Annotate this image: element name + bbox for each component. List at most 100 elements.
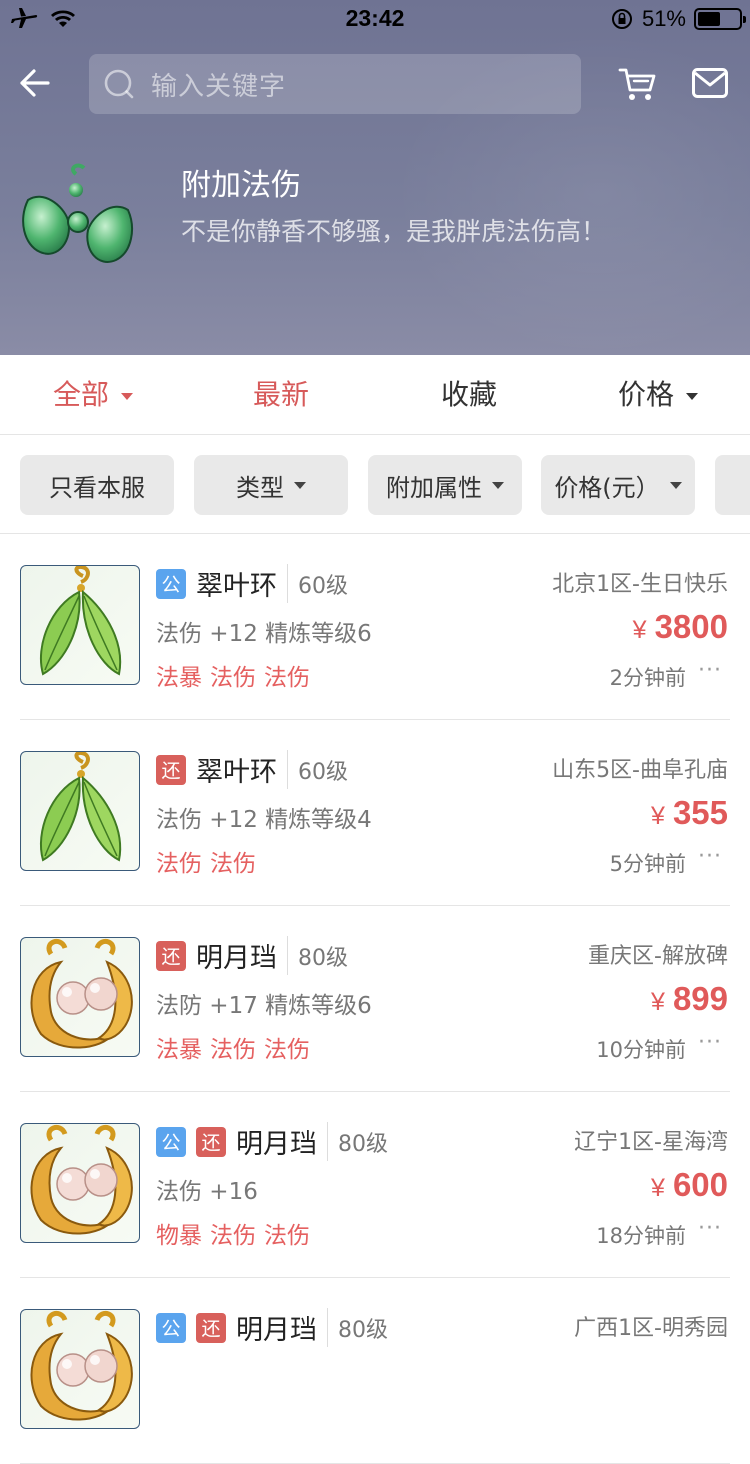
filter-price[interactable]: 价格(元） bbox=[541, 455, 695, 515]
public-badge: 公 bbox=[156, 568, 186, 599]
item-stat: 法伤 +16 bbox=[156, 1179, 258, 1205]
tab-favorites-label: 收藏 bbox=[441, 378, 498, 411]
filter-type[interactable]: 类型 bbox=[194, 455, 348, 515]
pearl-moon-earring-icon bbox=[20, 1309, 140, 1429]
filter-extra-attribute[interactable]: 附加属性 bbox=[368, 455, 522, 515]
server-name: 北京1区-生日快乐 bbox=[552, 572, 728, 597]
item-name: 明月珰 bbox=[236, 1122, 328, 1161]
list-item[interactable]: 还翠叶环 60级 山东5区-曲阜孔庙法伤 +12 精炼等级4 ¥355 法伤 法伤 5分钟前… bbox=[20, 720, 730, 906]
attribute-tag: 法伤 bbox=[264, 665, 310, 691]
return-badge: 还 bbox=[196, 1126, 226, 1157]
more-icon[interactable]: ··· bbox=[698, 658, 722, 683]
mail-icon[interactable] bbox=[692, 68, 728, 98]
item-level: 80级 bbox=[338, 1317, 388, 1343]
item-tags: 法暴 法伤 法伤 bbox=[156, 1030, 318, 1064]
item-level: 80级 bbox=[298, 945, 348, 971]
filter-label: 价格(元） bbox=[554, 473, 660, 502]
return-badge: 还 bbox=[156, 940, 186, 971]
more-icon[interactable]: ··· bbox=[698, 1030, 722, 1055]
search-placeholder: 输入关键字 bbox=[151, 71, 287, 102]
server-name: 辽宁1区-星海湾 bbox=[574, 1130, 728, 1155]
return-badge: 还 bbox=[156, 754, 186, 785]
filter-more-chip[interactable] bbox=[715, 455, 750, 515]
attribute-tag: 法伤 bbox=[264, 1037, 310, 1063]
currency-symbol: ¥ bbox=[651, 988, 665, 1016]
posted-time: 18分钟前 bbox=[596, 1224, 686, 1248]
currency-symbol: ¥ bbox=[651, 1174, 665, 1202]
currency-symbol: ¥ bbox=[632, 616, 647, 644]
item-name: 明月珰 bbox=[236, 1308, 328, 1347]
tab-favorites[interactable]: 收藏 bbox=[441, 355, 497, 435]
posted-time: 5分钟前 bbox=[609, 852, 686, 876]
caret-down-icon bbox=[294, 481, 306, 489]
pearl-moon-earring-icon bbox=[20, 1123, 140, 1243]
attribute-tag: 法伤 bbox=[210, 665, 256, 691]
filter-label: 只看本服 bbox=[49, 473, 145, 502]
filter-label: 类型 bbox=[236, 473, 284, 502]
status-bar: 23:42 51% bbox=[0, 0, 750, 40]
item-price: ¥355 bbox=[651, 794, 728, 832]
item-name: 翠叶环 bbox=[196, 750, 288, 789]
battery-percent: 51% bbox=[641, 6, 686, 31]
attribute-tag: 法伤 bbox=[210, 1037, 256, 1063]
server-name: 广西1区-明秀园 bbox=[574, 1316, 728, 1341]
item-price: ¥3800 bbox=[633, 608, 728, 646]
attribute-tag: 法伤 bbox=[210, 851, 256, 877]
list-item[interactable]: 公还明月珰 80级 辽宁1区-星海湾 法伤 +16 ¥600 物暴 法伤 法伤 18分钟前 ··· bbox=[20, 1092, 730, 1278]
item-level: 60级 bbox=[298, 759, 348, 785]
price-value: 899 bbox=[672, 980, 728, 1017]
attribute-tag: 法伤 bbox=[156, 851, 202, 877]
item-level: 60级 bbox=[298, 573, 348, 599]
posted-time: 10分钟前 bbox=[596, 1038, 686, 1062]
pearl-moon-earring-icon bbox=[20, 937, 140, 1057]
caret-down-icon bbox=[669, 481, 682, 489]
item-stat: 法伤 +12 精炼等级4 bbox=[156, 807, 372, 833]
jade-leaf-earring-icon bbox=[20, 751, 140, 871]
filter-this-server[interactable]: 只看本服 bbox=[20, 455, 174, 515]
tab-all[interactable]: 全部 bbox=[53, 355, 134, 435]
attribute-tag: 法暴 bbox=[156, 665, 202, 691]
back-arrow-icon[interactable] bbox=[18, 66, 52, 100]
price-value: 600 bbox=[672, 1166, 728, 1203]
shopping-cart-icon[interactable] bbox=[618, 64, 658, 104]
item-tags: 物暴 法伤 法伤 bbox=[156, 1216, 318, 1250]
item-price: ¥600 bbox=[651, 1166, 728, 1204]
item-stat: 法防 +17 精炼等级6 bbox=[156, 993, 372, 1019]
item-tags: 法伤 法伤 bbox=[156, 844, 264, 878]
public-badge: 公 bbox=[156, 1312, 186, 1343]
more-icon[interactable]: ··· bbox=[698, 1216, 722, 1241]
tab-newest-label: 最新 bbox=[253, 378, 310, 411]
tab-newest[interactable]: 最新 bbox=[253, 355, 309, 435]
attribute-tag: 法伤 bbox=[264, 1223, 310, 1249]
list-item[interactable]: 公还明月珰 80级 广西1区-明秀园 bbox=[20, 1278, 730, 1464]
search-input[interactable]: 输入关键字 bbox=[89, 54, 581, 114]
banner-subtitle: 不是你静香不够骚，是我胖虎法伤高！ bbox=[181, 217, 607, 246]
caret-down-icon bbox=[121, 392, 134, 400]
tab-price[interactable]: 价格 bbox=[618, 355, 699, 435]
server-name: 山东5区-曲阜孔庙 bbox=[552, 758, 728, 783]
item-list: 公翠叶环 60级 北京1区-生日快乐 法伤 +12 精炼等级6 ¥3800 法暴 法伤 法伤 2… bbox=[0, 534, 750, 1464]
caret-down-icon bbox=[686, 392, 699, 400]
item-name: 明月珰 bbox=[196, 936, 288, 975]
filter-bar: 只看本服 类型 附加属性 价格(元） bbox=[0, 435, 750, 534]
server-name: 重庆区-解放碑 bbox=[588, 944, 728, 969]
attribute-tag: 法暴 bbox=[156, 1037, 202, 1063]
list-item[interactable]: 公翠叶环 60级 北京1区-生日快乐 法伤 +12 精炼等级6 ¥3800 法暴 法伤 法伤 2… bbox=[20, 534, 730, 720]
posted-time: 2分钟前 bbox=[609, 666, 686, 690]
attribute-tag: 法伤 bbox=[210, 1223, 256, 1249]
tab-all-label: 全部 bbox=[53, 378, 110, 411]
currency-symbol: ¥ bbox=[651, 802, 665, 830]
battery-icon bbox=[694, 8, 746, 30]
rotation-lock-icon bbox=[611, 9, 632, 29]
search-icon bbox=[104, 69, 134, 99]
public-badge: 公 bbox=[156, 1126, 186, 1157]
attribute-tag: 物暴 bbox=[156, 1223, 202, 1249]
price-value: 3800 bbox=[654, 608, 728, 645]
return-badge: 还 bbox=[196, 1312, 226, 1343]
item-name: 翠叶环 bbox=[196, 564, 288, 603]
list-item[interactable]: 还明月珰 80级 重庆区-解放碑 法防 +17 精炼等级6 ¥899 法暴 法伤 法伤 10分钟… bbox=[20, 906, 730, 1092]
jade-leaf-earring-icon bbox=[20, 565, 140, 685]
item-stat: 法伤 +12 精炼等级6 bbox=[156, 621, 372, 647]
banner-title: 附加法伤 bbox=[181, 168, 301, 203]
more-icon[interactable]: ··· bbox=[698, 844, 722, 869]
